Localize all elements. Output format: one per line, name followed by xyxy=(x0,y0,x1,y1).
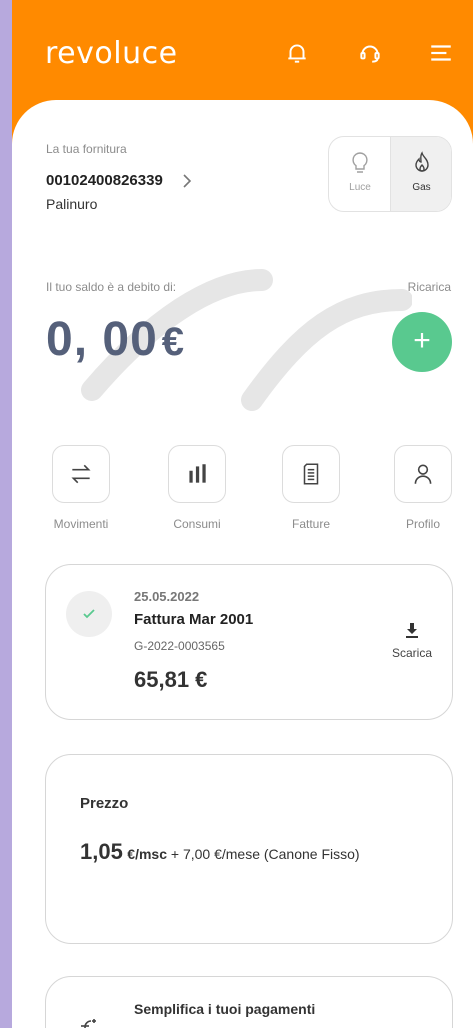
ricarica-button[interactable]: + xyxy=(392,312,452,372)
balance-amount: 0, 00 xyxy=(46,313,158,366)
app-screen: revoluce La tua fornitura 00102400826339… xyxy=(12,0,473,1028)
payments-title: Semplifica i tuoi pagamenti xyxy=(134,1001,316,1017)
payments-card[interactable]: Semplifica i tuoi pagamenti xyxy=(45,976,453,1028)
bell-icon[interactable] xyxy=(284,40,310,66)
download-button[interactable]: Scarica xyxy=(392,621,432,660)
quick-action-box xyxy=(394,445,452,503)
headset-icon[interactable] xyxy=(357,40,383,66)
paid-status xyxy=(66,591,112,637)
transfer-arrows-icon xyxy=(71,464,91,484)
euro-plus-icon xyxy=(81,1019,96,1028)
quick-action-box xyxy=(282,445,340,503)
pod-number: 00102400826339 xyxy=(46,172,163,189)
chevron-right-icon xyxy=(183,173,191,188)
invoice-amount: 65,81 € xyxy=(134,667,208,692)
quick-action-movimenti[interactable]: Movimenti xyxy=(51,445,111,531)
download-label: Scarica xyxy=(391,646,432,660)
invoice-date: 25.05.2022 xyxy=(134,589,200,604)
quick-action-box xyxy=(52,445,110,503)
menu-icon[interactable] xyxy=(428,40,454,66)
price-rest: + 7,00 €/mese (Canone Fisso) xyxy=(166,846,360,862)
toggle-gas-label: Gas xyxy=(412,182,431,193)
invoice-code: G-2022-0003565 xyxy=(134,639,225,653)
main-sheet: La tua fornitura 00102400826339 Palinuro… xyxy=(12,100,473,1028)
quick-action-fatture[interactable]: Fatture xyxy=(281,445,341,531)
check-icon xyxy=(83,609,95,619)
flame-icon xyxy=(414,151,429,172)
price-card: Prezzo 1,05 €/msc + 7,00 €/mese (Canone … xyxy=(45,754,453,944)
quick-action-label: Movimenti xyxy=(53,517,109,531)
price-title: Prezzo xyxy=(80,795,129,812)
price-line: 1,05 €/msc + 7,00 €/mese (Canone Fisso) xyxy=(80,835,410,872)
user-icon xyxy=(414,464,432,484)
saldo-label: Il tuo saldo è a debito di: xyxy=(46,280,177,294)
balance-display: 0, 00 € xyxy=(46,312,184,367)
supply-toggle: Luce Gas xyxy=(328,136,452,212)
price-unit: €/msc xyxy=(127,846,167,862)
toggle-luce[interactable]: Luce xyxy=(329,137,391,211)
invoice-card[interactable]: 25.05.2022 Fattura Mar 2001 G-2022-00035… xyxy=(45,564,453,720)
quick-action-label: Consumi xyxy=(173,517,221,531)
quick-action-consumi[interactable]: Consumi xyxy=(167,445,227,531)
fornitura-label: La tua fornitura xyxy=(46,142,127,156)
brand-logo: revoluce xyxy=(45,36,178,71)
toggle-luce-label: Luce xyxy=(349,182,371,193)
fornitura-city: Palinuro xyxy=(46,196,98,212)
download-icon xyxy=(405,623,418,638)
toggle-gas[interactable]: Gas xyxy=(390,137,451,211)
quick-action-box xyxy=(168,445,226,503)
quick-action-profilo[interactable]: Profilo xyxy=(393,445,453,531)
fornitura-selector[interactable]: 00102400826339 xyxy=(46,172,193,189)
bar-chart-icon xyxy=(189,464,206,483)
balance-currency: € xyxy=(161,320,185,364)
invoice-title: Fattura Mar 2001 xyxy=(134,611,254,628)
lightbulb-icon xyxy=(352,152,368,173)
quick-action-label: Fatture xyxy=(291,517,330,531)
price-value: 1,05 xyxy=(80,839,123,864)
quick-action-label: Profilo xyxy=(405,517,440,531)
document-icon xyxy=(303,463,319,485)
ricarica-label: Ricarica xyxy=(407,280,451,294)
